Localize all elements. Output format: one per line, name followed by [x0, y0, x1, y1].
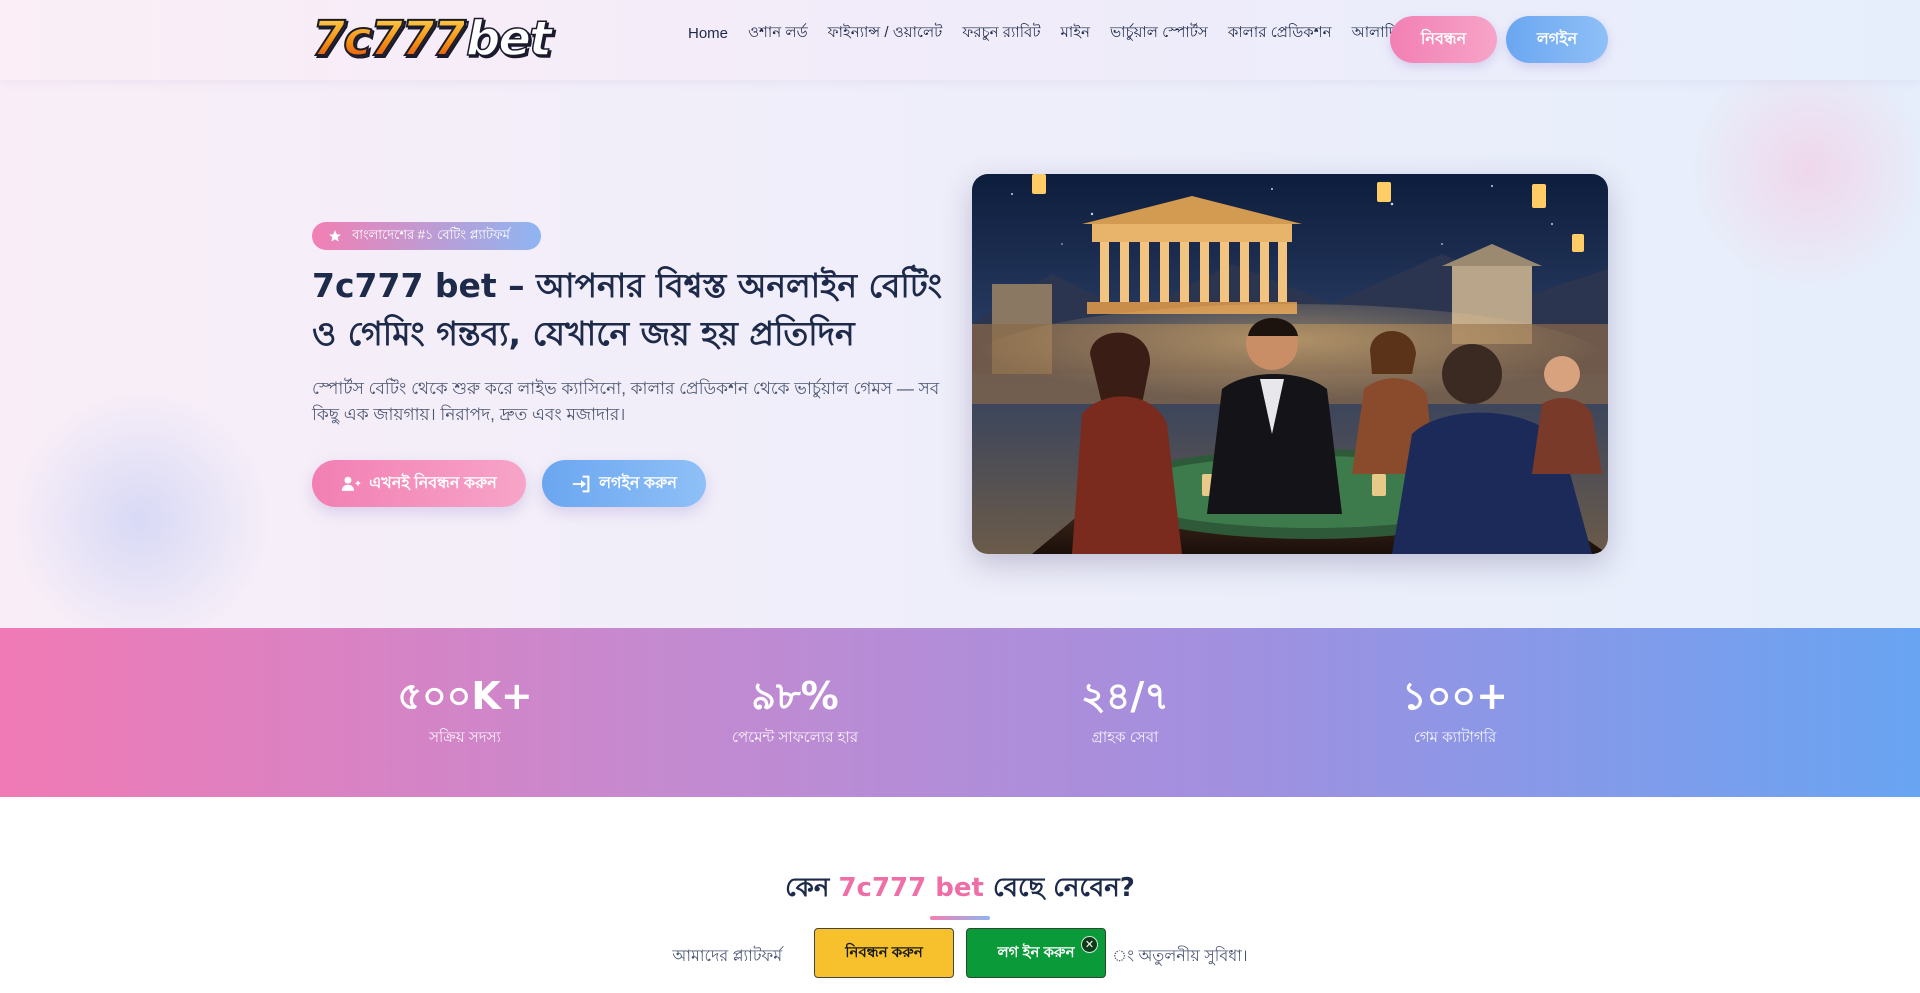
- nav-link-fortune-rabbit[interactable]: ফরচুন র‍্যাবিট: [962, 21, 1040, 46]
- nav-link-color-prediction[interactable]: কালার প্রেডিকশন: [1228, 21, 1332, 46]
- nav-link-ocean-lord[interactable]: ওশান লর্ড: [748, 21, 808, 46]
- stat-value: ১০০+: [1402, 674, 1508, 718]
- stat-value: ৯৮%: [751, 674, 839, 718]
- stat-value: ৫০০K+: [397, 674, 533, 718]
- sticky-register-button[interactable]: নিবন্ধন করুন: [814, 928, 954, 978]
- title-underline: [930, 916, 990, 920]
- hero-description: স্পোর্টস বেটিং থেকে শুরু করে লাইভ ক্যাসি…: [312, 379, 940, 424]
- stat-label: গেম ক্যাটাগরি: [1413, 729, 1497, 746]
- site-logo[interactable]: 7c777 bet: [311, 11, 594, 67]
- stat-label: গ্রাহক সেবা: [1091, 729, 1159, 746]
- nav-link-mine[interactable]: মাইন: [1061, 21, 1090, 46]
- stat-label: পেমেন্ট সাফল্যের হার: [731, 729, 859, 746]
- why-title-pre: কেন: [785, 873, 839, 903]
- why-subtitle-left: আমাদের প্ল্যাটফর্ম: [672, 948, 783, 965]
- why-subtitle-right: ং অতুলনীয় সুবিধা।: [1112, 948, 1248, 965]
- stat-payment-success: ৯৮% পেমেন্ট সাফল্যের হার: [675, 672, 915, 751]
- stat-value: ২৪/৭: [1081, 674, 1169, 718]
- why-choose-subtitle: আমাদের প্ল্যাটফর্মং অতুলনীয় সুবিধা।: [0, 943, 1920, 970]
- stats-section: ৫০০K+ সক্রিয় সদস্য ৯৮% পেমেন্ট সাফল্যের…: [0, 628, 1920, 797]
- badge-label: বাংলাদেশের #১ বেটিং প্ল্যাটফর্ম: [352, 226, 510, 242]
- stat-customer-service: ২৪/৭ গ্রাহক সেবা: [1005, 672, 1245, 751]
- stat-label: সক্রিয় সদস্য: [429, 729, 501, 746]
- main-nav: Home ওশান লর্ড ফাইন্যান্স / ওয়ালেট ফরচু…: [688, 22, 1426, 44]
- logo-text-number: 7c777: [311, 11, 467, 67]
- header-register-button[interactable]: নিবন্ধন: [1390, 16, 1497, 63]
- sticky-close-icon[interactable]: ✕: [1081, 936, 1098, 953]
- why-title-highlight: 7c777 bet: [838, 873, 984, 903]
- nav-link-virtual-sports[interactable]: ভার্চুয়াল স্পোর্টস: [1110, 21, 1208, 46]
- why-title-post: বেছে নেবেন?: [983, 873, 1135, 903]
- sign-in-icon: [572, 475, 590, 492]
- stat-game-categories: ১০০+ গেম ক্যাটাগরি: [1335, 672, 1575, 751]
- register-now-label: এখনই নিবন্ধন করুন: [369, 475, 497, 492]
- logo-text-bet: bet: [465, 11, 552, 67]
- site-header: 7c777 bet Home ওশান লর্ড ফাইন্যান্স / ওয…: [0, 0, 1920, 80]
- nav-link-finance-wallet[interactable]: ফাইন্যান্স / ওয়ালেট: [828, 21, 943, 46]
- hero-title: 7c777 bet – আপনার বিশ্বস্ত অনলাইন বেটিং …: [312, 266, 942, 353]
- login-now-label: লগইন করুন: [599, 475, 677, 492]
- user-plus-icon: [341, 476, 361, 491]
- register-now-button[interactable]: এখনই নিবন্ধন করুন: [312, 460, 526, 507]
- why-choose-section: কেন 7c777 bet বেছে নেবেন? আমাদের প্ল্যাট…: [0, 797, 1920, 993]
- nav-link-home[interactable]: Home: [688, 25, 728, 42]
- stat-active-members: ৫০০K+ সক্রিয় সদস্য: [345, 672, 585, 751]
- sticky-login-button[interactable]: লগ ইন করুন: [966, 928, 1106, 978]
- why-choose-title: কেন 7c777 bet বেছে নেবেন?: [0, 867, 1920, 911]
- login-now-button[interactable]: লগইন করুন: [542, 460, 706, 507]
- hero-casino-image: [972, 174, 1608, 554]
- header-login-button[interactable]: লগইন: [1506, 16, 1608, 63]
- star-icon: [329, 230, 341, 242]
- platform-badge: বাংলাদেশের #১ বেটিং প্ল্যাটফর্ম: [312, 222, 541, 250]
- hero-section: বাংলাদেশের #১ বেটিং প্ল্যাটফর্ম 7c777 be…: [0, 80, 1920, 628]
